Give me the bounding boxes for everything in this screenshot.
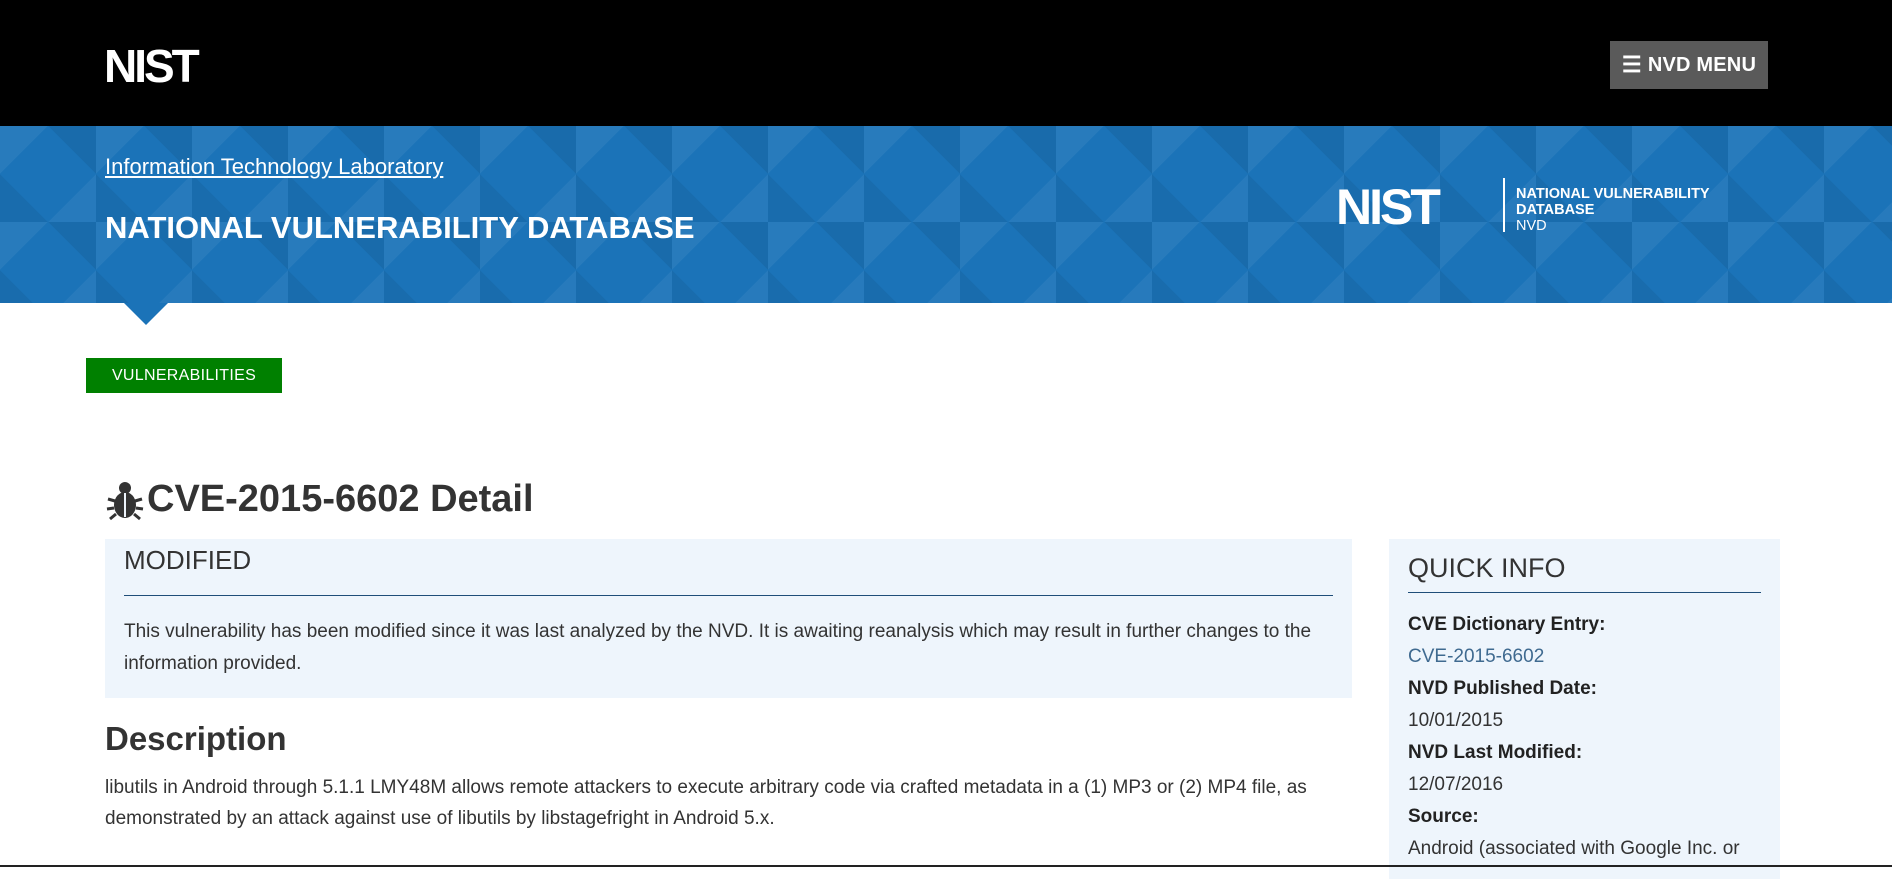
- last-modified-value: 12/07/2016: [1408, 774, 1504, 795]
- modified-text: This vulnerability has been modified sin…: [124, 621, 1312, 674]
- site-title: NATIONAL VULNERABILITY DATABASE: [105, 210, 695, 245]
- top-navigation-bar: NIST ☰ NVD MENU: [0, 0, 1892, 126]
- description-heading: Description: [105, 720, 287, 757]
- bug-icon: [106, 481, 144, 520]
- itl-link[interactable]: Information Technology Laboratory: [105, 154, 443, 180]
- hamburger-icon: ☰: [1621, 52, 1642, 77]
- modified-heading: MODIFIED: [124, 539, 1333, 596]
- nvd-logo-line2: DATABASE: [1516, 202, 1595, 218]
- page-title: CVE-2015-6602 Detail: [105, 478, 534, 521]
- description-text: libutils in Android through 5.1.1 LMY48M…: [105, 777, 1307, 829]
- nist-logo[interactable]: NIST: [104, 44, 244, 88]
- nist-logo-text: NIST: [104, 44, 200, 88]
- last-modified-label: NVD Last Modified:: [1408, 742, 1583, 763]
- source-value: Android (associated with Google Inc. or: [1408, 838, 1740, 859]
- published-date-label: NVD Published Date:: [1408, 678, 1597, 699]
- quick-info-list: CVE Dictionary Entry: CVE-2015-6602 NVD …: [1408, 593, 1761, 865]
- nvd-banner: Information Technology Laboratory NATION…: [0, 126, 1892, 303]
- quick-info-panel: QUICK INFO CVE Dictionary Entry: CVE-201…: [1389, 539, 1780, 879]
- source-label: Source:: [1408, 806, 1479, 827]
- page-title-text: CVE-2015-6602 Detail: [147, 478, 534, 520]
- vulnerabilities-tab[interactable]: VULNERABILITIES: [86, 358, 282, 393]
- quick-info-heading: QUICK INFO: [1408, 539, 1761, 593]
- cve-entry-label: CVE Dictionary Entry:: [1408, 614, 1606, 635]
- cve-entry-link[interactable]: CVE-2015-6602: [1408, 646, 1544, 667]
- nvd-logo-mark: NIST: [1336, 179, 1440, 235]
- banner-pointer: [124, 303, 168, 325]
- published-date-value: 10/01/2015: [1408, 710, 1504, 731]
- nvd-menu-button[interactable]: ☰ NVD MENU: [1610, 41, 1768, 89]
- nvd-logo-line3: NVD: [1516, 218, 1547, 234]
- nvd-logo-text: NATIONAL VULNERABILITY DATABASE NVD: [1516, 186, 1710, 234]
- modified-notice: MODIFIED This vulnerability has been mod…: [105, 539, 1352, 698]
- nvd-logo-line1: NATIONAL VULNERABILITY: [1516, 186, 1710, 202]
- nvd-menu-label: NVD MENU: [1647, 53, 1757, 76]
